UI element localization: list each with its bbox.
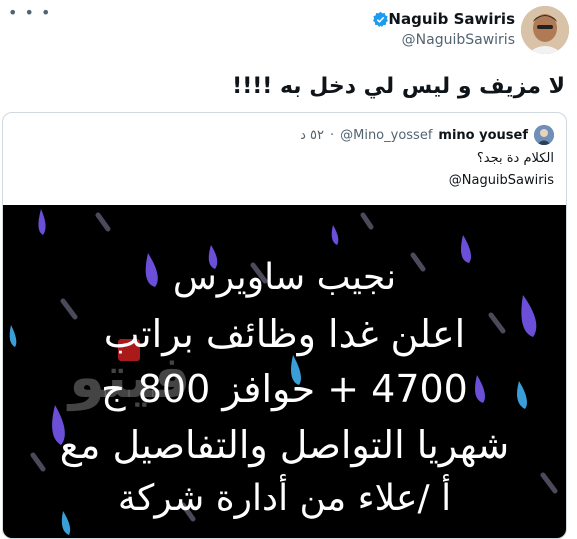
author-name[interactable]: Naguib Sawiris <box>388 10 515 28</box>
quoted-tweet-header: ٥٢ د · @Mino_yossef mino yousef <box>300 125 554 145</box>
quoted-author-handle[interactable]: @Mino_yossef <box>340 128 432 143</box>
media-text-line-2: اعلن غدا وظائف براتب <box>103 312 466 356</box>
quoted-text: الكلام دة بجد؟ <box>476 151 554 166</box>
media-text-line-4: شهريا التواصل والتفاصيل مع <box>59 423 510 467</box>
media-text-line-1: نجيب ساويرس <box>172 257 397 298</box>
media-text-line-3: 4700 + حوافز 800 ج <box>101 367 468 411</box>
verified-badge-icon <box>373 11 388 27</box>
media-text-line-5: أ /علاء من أدارة شركة <box>117 478 452 519</box>
quoted-author-avatar[interactable] <box>534 125 554 145</box>
author-avatar[interactable] <box>521 6 569 54</box>
tweet-text: لا مزيف و ليس لي دخل به !!!! <box>232 74 565 99</box>
more-options-icon[interactable]: • • • <box>8 5 51 21</box>
quoted-author-name[interactable]: mino yousef <box>438 128 528 143</box>
quoted-media-image[interactable]: فيتو نجيب ساويرس اعلن غدا وظائف براتب 47… <box>3 205 566 538</box>
quoted-tweet[interactable]: ٥٢ د · @Mino_yossef mino yousef الكلام د… <box>2 112 567 539</box>
separator-dot: · <box>329 127 335 143</box>
author-handle[interactable]: @NaguibSawiris <box>402 32 515 48</box>
tweet-header: • • • Naguib Sawiris @NaguibSawiris <box>0 0 577 58</box>
quoted-mention[interactable]: @NaguibSawiris <box>449 173 554 188</box>
quoted-time[interactable]: ٥٢ د <box>300 128 324 143</box>
